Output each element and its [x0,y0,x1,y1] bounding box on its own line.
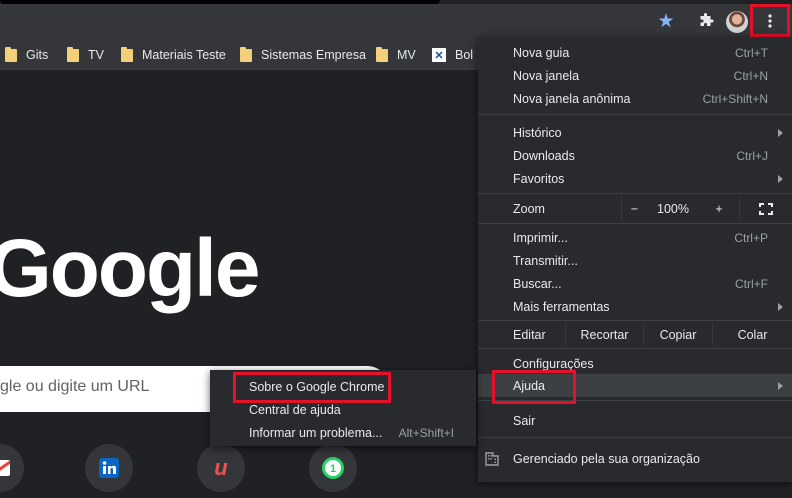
shortcut-label: Ctrl+N [733,68,768,83]
fullscreen-icon [759,202,773,215]
zoom-row: Zoom − 100% + [478,197,792,220]
menu-divider [478,193,792,194]
shortcut-label: Alt+Shift+I [398,425,454,440]
bookmark-tv[interactable]: TV [67,46,104,64]
menu-item-label: Histórico [513,125,562,140]
shortcut-label: Ctrl+J [736,148,768,163]
bookmark-label: Gits [26,48,49,62]
cut-button[interactable]: Recortar [566,323,643,346]
edit-label: Editar [478,323,565,346]
google-logo: Google [0,223,260,314]
linkedin-icon [99,458,119,478]
whatsapp-icon: 1 [322,457,344,479]
zoom-in-button[interactable]: + [699,197,739,220]
tab-strip [0,0,792,4]
menu-item-nova-janela[interactable]: Nova janela Ctrl+N [478,64,792,87]
submenu-arrow-icon [778,174,783,183]
ajuda-highlight-box [492,370,576,404]
submenu-arrow-icon [778,302,783,311]
extensions-puzzle-icon[interactable] [694,9,718,33]
zoom-out-button[interactable]: − [622,197,647,220]
menu-item-label: Gerenciado pela sua organização [513,451,700,466]
shortcut-whatsapp[interactable]: 1 [309,444,357,492]
profile-avatar[interactable] [726,11,748,33]
menu-item-label: Buscar... [513,276,562,291]
submenu-arrow-icon [778,128,783,137]
kebab-highlight-box [750,4,790,37]
menu-item-label: Transmitir... [513,253,578,268]
folder-icon [5,46,17,62]
search-placeholder: gle ou digite um URL [0,378,150,395]
menu-divider [478,223,792,224]
shortcut-udemy[interactable]: u [197,444,245,492]
fullscreen-button[interactable] [740,197,792,220]
zoom-level-value: 100% [647,197,699,220]
menu-item-label: Nova guia [513,45,570,60]
submenu-arrow-icon [778,381,783,390]
menu-divider [478,348,792,349]
bookmark-gits[interactable]: Gits [5,46,48,64]
shortcut-label: Ctrl+P [734,230,768,245]
shortcut-linkedin[interactable] [85,444,133,492]
paste-button[interactable]: Colar [713,323,792,346]
tab[interactable] [0,0,440,4]
menu-item-gerenciado[interactable]: Gerenciado pela sua organização [478,447,792,470]
folder-icon [67,46,79,62]
menu-item-transmitir[interactable]: Transmitir... [478,249,792,272]
menu-item-imprimir[interactable]: Imprimir... Ctrl+P [478,226,792,249]
folder-icon [240,46,252,62]
browser-toolbar: ★ [0,0,792,40]
submenu-item-informar-problema[interactable]: Informar um problema... Alt+Shift+I [210,421,476,444]
bookmark-star-icon[interactable]: ★ [654,9,678,33]
menu-item-nova-guia[interactable]: Nova guia Ctrl+T [478,41,792,64]
favicon-icon: ✕ [432,48,446,62]
menu-item-buscar[interactable]: Buscar... Ctrl+F [478,272,792,295]
shortcut-label: Ctrl+F [735,276,768,291]
svg-text:1: 1 [330,463,336,475]
menu-item-label: Favoritos [513,171,565,186]
bookmark-sistemas-empresa[interactable]: Sistemas Empresa [240,46,366,64]
sobre-chrome-highlight-box [233,372,391,403]
bookmark-label: Bol [455,48,474,62]
edit-row: Editar Recortar Copiar Colar [478,323,792,346]
bookmark-label: MV [397,48,416,62]
bookmark-bol[interactable]: ✕ Bol [432,46,473,64]
chrome-main-menu: Nova guia Ctrl+T Nova janela Ctrl+N Nova j… [478,37,792,482]
copy-button[interactable]: Copiar [644,323,712,346]
bookmark-label: Materiais Teste [142,48,226,62]
menu-item-label: Imprimir... [513,230,568,245]
zoom-label: Zoom [478,197,621,220]
menu-item-label: Configurações [513,356,594,371]
building-icon [485,451,499,466]
menu-item-mais-ferramentas[interactable]: Mais ferramentas [478,295,792,318]
menu-item-label: Downloads [513,148,575,163]
bookmark-label: TV [88,48,104,62]
menu-item-nova-janela-anonima[interactable]: Nova janela anônima Ctrl+Shift+N [478,87,792,110]
menu-divider [478,320,792,321]
submenu-item-label: Informar um problema... [249,425,383,440]
menu-item-label: Nova janela anônima [513,91,631,106]
menu-item-downloads[interactable]: Downloads Ctrl+J [478,144,792,167]
menu-item-sair[interactable]: Sair [478,409,792,432]
menu-divider [478,114,792,115]
shortcut-label: Ctrl+T [735,45,768,60]
udemy-icon: u [214,455,228,480]
menu-item-favoritos[interactable]: Favoritos [478,167,792,190]
menu-item-label: Sair [513,413,536,428]
bookmark-mv[interactable]: MV [376,46,416,64]
shortcut-label: Ctrl+Shift+N [702,91,768,106]
menu-item-historico[interactable]: Histórico [478,121,792,144]
folder-icon [121,46,133,62]
menu-item-label: Mais ferramentas [513,299,610,314]
folder-icon [376,46,388,62]
menu-divider [478,437,792,438]
bookmark-label: Sistemas Empresa [261,48,366,62]
bookmark-materiais-teste[interactable]: Materiais Teste [121,46,226,64]
shortcut-gmail[interactable] [0,444,24,492]
submenu-item-label: Central de ajuda [249,402,341,417]
menu-item-label: Nova janela [513,68,580,83]
